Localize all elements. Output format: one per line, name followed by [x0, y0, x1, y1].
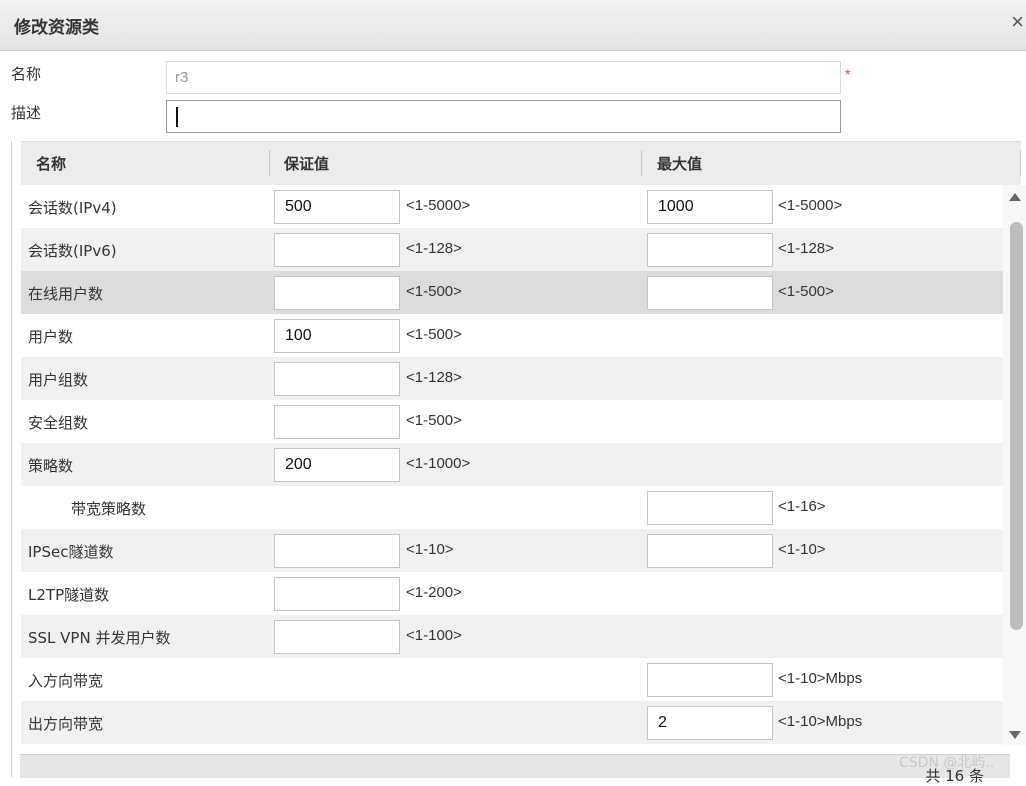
max-input[interactable]: [647, 706, 773, 740]
table-row[interactable]: 入方向带宽 <1-10>Mbps: [21, 658, 1005, 701]
max-input[interactable]: [647, 276, 773, 310]
guarantee-range: <1-5000>: [406, 197, 471, 214]
row-name: 入方向带宽: [28, 672, 104, 690]
table-row[interactable]: 会话数(IPv4) <1-5000> <1-5000>: [21, 185, 1005, 228]
table-row[interactable]: 策略数 <1-1000>: [21, 443, 1005, 486]
name-label: 名称: [11, 65, 42, 83]
guarantee-range: <1-500>: [406, 412, 462, 429]
row-name: L2TP隧道数: [28, 586, 110, 604]
header-max: 最大值: [657, 155, 703, 173]
guarantee-input[interactable]: [274, 190, 400, 224]
guarantee-range: <1-500>: [406, 326, 462, 343]
max-input[interactable]: [647, 663, 773, 697]
table-header: 名称 保证值 最大值: [21, 141, 1021, 186]
max-input[interactable]: [647, 534, 773, 568]
guarantee-input[interactable]: [274, 233, 400, 267]
scroll-up-arrow-icon[interactable]: [1009, 193, 1021, 201]
guarantee-range: <1-128>: [406, 240, 462, 257]
max-range: <1-16>: [778, 498, 826, 515]
guarantee-input[interactable]: [274, 319, 400, 353]
table-row[interactable]: SSL VPN 并发用户数 <1-100>: [21, 615, 1005, 658]
close-icon[interactable]: ×: [1011, 11, 1024, 33]
max-range: <1-10>Mbps: [778, 670, 863, 687]
table-row[interactable]: 出方向带宽 <1-10>Mbps: [21, 701, 1005, 744]
dialog-title: 修改资源类: [14, 18, 99, 38]
description-label: 描述: [11, 104, 42, 122]
table-body: 会话数(IPv4) <1-5000> <1-5000> 会话数(IPv6) <1…: [21, 185, 1005, 744]
dialog-titlebar: 修改资源类 ×: [0, 0, 1026, 51]
header-divider: [641, 150, 642, 176]
max-range: <1-128>: [778, 240, 834, 257]
table-row[interactable]: IPSec隧道数 <1-10> <1-10>: [21, 529, 1005, 572]
max-input[interactable]: [647, 491, 773, 525]
row-name: 会话数(IPv6): [28, 242, 117, 260]
description-input[interactable]: [166, 100, 841, 133]
guarantee-input[interactable]: [274, 534, 400, 568]
row-name: 用户组数: [28, 371, 89, 389]
guarantee-input[interactable]: [274, 448, 400, 482]
row-name: IPSec隧道数: [28, 543, 114, 561]
resource-table: 名称 保证值 最大值 会话数(IPv4) <1-5000> <1-5000> 会…: [11, 141, 1026, 777]
table-row[interactable]: L2TP隧道数 <1-200>: [21, 572, 1005, 615]
guarantee-range: <1-500>: [406, 283, 462, 300]
table-row-selected[interactable]: 在线用户数 <1-500> <1-500>: [21, 271, 1005, 314]
table-row[interactable]: 带宽策略数 <1-16>: [21, 486, 1005, 529]
guarantee-input[interactable]: [274, 362, 400, 396]
row-name: 出方向带宽: [28, 715, 104, 733]
name-input[interactable]: [166, 61, 841, 94]
guarantee-range: <1-100>: [406, 627, 462, 644]
guarantee-range: <1-128>: [406, 369, 462, 386]
table-footer: 共 16 条: [20, 754, 1010, 785]
scroll-down-arrow-icon[interactable]: [1009, 731, 1021, 739]
header-divider: [269, 150, 270, 176]
max-range: <1-10>: [778, 541, 826, 558]
row-name: 带宽策略数: [71, 500, 147, 518]
table-row[interactable]: 用户组数 <1-128>: [21, 357, 1005, 400]
guarantee-input[interactable]: [274, 577, 400, 611]
max-input[interactable]: [647, 233, 773, 267]
max-range: <1-5000>: [778, 197, 843, 214]
table-row[interactable]: 会话数(IPv6) <1-128> <1-128>: [21, 228, 1005, 271]
text-caret: [176, 107, 178, 127]
guarantee-input[interactable]: [274, 620, 400, 654]
max-range: <1-500>: [778, 283, 834, 300]
header-guarantee: 保证值: [284, 155, 330, 173]
row-name: 在线用户数: [28, 285, 104, 303]
guarantee-input[interactable]: [274, 405, 400, 439]
watermark: CSDN @北屿..: [899, 755, 995, 771]
header-divider: [1020, 150, 1021, 176]
row-name: 安全组数: [28, 414, 89, 432]
required-marker: *: [845, 66, 851, 82]
max-range: <1-10>Mbps: [778, 713, 863, 730]
table-row[interactable]: 安全组数 <1-500>: [21, 400, 1005, 443]
guarantee-range: <1-1000>: [406, 455, 471, 472]
scroll-thumb[interactable]: [1010, 222, 1023, 630]
guarantee-input[interactable]: [274, 276, 400, 310]
header-name: 名称: [36, 155, 67, 173]
row-name: 会话数(IPv4): [28, 199, 117, 217]
table-row[interactable]: 用户数 <1-500>: [21, 314, 1005, 357]
row-name: 策略数: [28, 457, 74, 475]
row-name: 用户数: [28, 328, 74, 346]
row-name: SSL VPN 并发用户数: [28, 629, 171, 647]
max-input[interactable]: [647, 190, 773, 224]
guarantee-range: <1-200>: [406, 584, 462, 601]
guarantee-range: <1-10>: [406, 541, 454, 558]
